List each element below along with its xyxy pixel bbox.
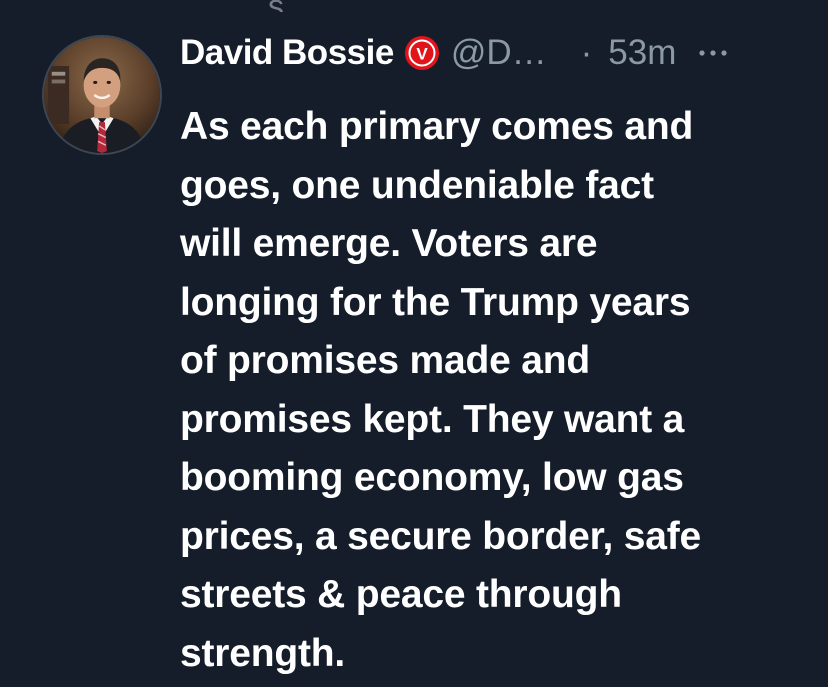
author-handle[interactable]: @D… xyxy=(451,33,547,73)
avatar[interactable] xyxy=(42,35,162,155)
author-name[interactable]: David Bossie xyxy=(180,33,394,73)
tweet-text: As each primary comes and goes, one unde… xyxy=(180,105,701,675)
tweet-timestamp[interactable]: 53m xyxy=(608,33,676,73)
tweet-header: David Bossie V @D… · 53m xyxy=(180,28,820,78)
verified-badge-icon: V xyxy=(404,35,440,71)
meta-separator: · xyxy=(580,33,593,72)
svg-text:V: V xyxy=(416,45,428,64)
more-options-icon[interactable] xyxy=(696,36,730,70)
tweet[interactable]: David Bossie V @D… · 53m As each primary… xyxy=(0,0,828,687)
